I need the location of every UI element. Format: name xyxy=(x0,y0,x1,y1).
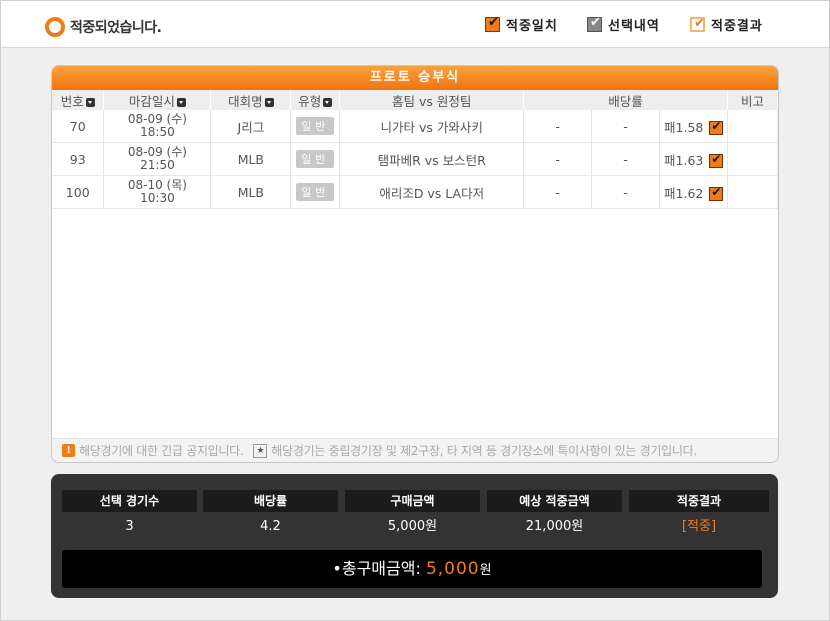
row-type: 일반 xyxy=(290,110,341,143)
total-purchase-bar: •총구매금액: 5,000원 xyxy=(62,550,762,588)
total-label: •총구매금액: xyxy=(332,559,421,578)
row-note xyxy=(727,175,778,209)
row-league: MLB xyxy=(210,142,292,176)
sum-purchase: 5,000원 xyxy=(387,519,438,534)
total-amount: 5,000 xyxy=(425,559,480,579)
legend-match-label: 적중일치 xyxy=(506,19,558,34)
table-row: 70 08-09 (수) 18:50 J리그 일반 니가타 vs 가와사키 - -… xyxy=(52,110,778,143)
sum-head-odds: 배당률 xyxy=(203,490,338,512)
col-match: 홈팀 vs 원정팀 xyxy=(339,90,525,110)
sort-icon[interactable] xyxy=(264,97,274,107)
check-result-icon: ✔ xyxy=(690,16,705,32)
bet-result-window: 적중되었습니다. ✔ 적중일치 ✔ 선택내역 ✔ 적중결과 프로토 승부식 번호… xyxy=(0,0,830,621)
sort-icon[interactable] xyxy=(176,97,186,107)
panel-title: 프로토 승부식 xyxy=(52,66,778,90)
star-icon: ★ xyxy=(253,443,268,458)
row-odd-win: - xyxy=(523,175,593,209)
col-league[interactable]: 대회명 xyxy=(210,90,292,110)
total-unit: 원 xyxy=(479,563,492,578)
check-match-icon: ✔ xyxy=(485,15,500,32)
type-badge: 일반 xyxy=(296,117,335,135)
sum-odds: 4.2 xyxy=(260,519,281,534)
sort-icon[interactable] xyxy=(323,97,333,107)
row-number: 70 xyxy=(52,110,105,143)
row-odd-win: - xyxy=(523,142,593,176)
table-header-row: 번호 마감일시 대회명 유형 홈팀 vs 원정팀 배당률 비고 xyxy=(52,90,778,110)
row-number: 100 xyxy=(52,175,105,209)
row-odd-win: - xyxy=(523,110,593,143)
row-match: 니가타 vs 가와사키 xyxy=(339,110,525,143)
sum-head-count: 선택 경기수 xyxy=(62,490,197,512)
sum-head-purchase: 구매금액 xyxy=(345,490,480,512)
check-select-icon: ✔ xyxy=(587,15,602,32)
notice-urgent: 해당경기에 대한 긴급 공지입니다. xyxy=(79,444,244,458)
row-note xyxy=(727,142,778,176)
row-type: 일반 xyxy=(290,142,341,176)
sum-head-result: 적중결과 xyxy=(629,490,769,512)
row-odd-lose: 패1.62 xyxy=(659,175,728,209)
sum-expected: 21,000원 xyxy=(525,519,584,534)
col-deadline[interactable]: 마감일시 xyxy=(103,90,212,110)
hit-message: 적중되었습니다. xyxy=(70,20,162,36)
summary-panel: 선택 경기수 배당률 구매금액 예상 적중금액 적중결과 3 4.2 5,000… xyxy=(51,474,778,598)
row-match: 애리조D vs LA다저 xyxy=(339,175,525,209)
type-badge: 일반 xyxy=(296,183,335,201)
row-league: J리그 xyxy=(210,110,292,143)
sum-head-expected: 예상 적중금액 xyxy=(487,490,622,512)
legend-result-label: 적중결과 xyxy=(711,19,763,34)
col-number[interactable]: 번호 xyxy=(52,90,105,110)
row-number: 93 xyxy=(52,142,105,176)
warning-icon: ! xyxy=(62,444,75,457)
notice-neutral: 해당경기는 중립경기장 및 제2구장, 타 지역 등 경기장소에 특이사항이 있… xyxy=(271,444,697,458)
col-odds: 배당률 xyxy=(523,90,728,110)
checked-icon xyxy=(709,185,724,201)
row-odd-lose: 패1.63 xyxy=(659,142,728,176)
type-badge: 일반 xyxy=(296,150,335,168)
row-deadline: 08-09 (수) 21:50 xyxy=(103,142,212,176)
row-type: 일반 xyxy=(290,175,341,209)
hit-circle-icon xyxy=(45,17,65,37)
row-odd-draw: - xyxy=(591,110,661,143)
notice-bar: ! 해당경기에 대한 긴급 공지입니다. ★ 해당경기는 중립경기장 및 제2구… xyxy=(52,438,778,462)
sum-result: [적중] xyxy=(681,519,717,534)
legend-result: ✔ 적중결과 xyxy=(690,15,763,34)
checked-icon xyxy=(709,152,724,168)
sort-icon[interactable] xyxy=(85,97,95,107)
table-row: 93 08-09 (수) 21:50 MLB 일반 탬파베R vs 보스턴R - … xyxy=(52,142,778,176)
row-deadline: 08-10 (목) 10:30 xyxy=(103,175,212,209)
row-deadline: 08-09 (수) 18:50 xyxy=(103,110,212,143)
top-bar: 적중되었습니다. ✔ 적중일치 ✔ 선택내역 ✔ 적중결과 xyxy=(1,1,829,48)
row-odd-draw: - xyxy=(591,175,661,209)
row-league: MLB xyxy=(210,175,292,209)
table-row: 100 08-10 (목) 10:30 MLB 일반 애리조D vs LA다저 -… xyxy=(52,175,778,209)
legend-match: ✔ 적중일치 xyxy=(485,15,558,34)
row-note xyxy=(727,110,778,143)
legend-select: ✔ 선택내역 xyxy=(587,15,660,34)
checked-icon xyxy=(709,119,724,135)
row-odd-lose: 패1.58 xyxy=(659,110,728,143)
legend-select-label: 선택내역 xyxy=(608,19,660,34)
sum-count: 3 xyxy=(125,519,134,534)
game-panel: 프로토 승부식 번호 마감일시 대회명 유형 홈팀 vs 원정팀 배당률 비고 xyxy=(51,65,779,463)
row-match: 탬파베R vs 보스턴R xyxy=(339,142,525,176)
game-table: 번호 마감일시 대회명 유형 홈팀 vs 원정팀 배당률 비고 70 08-09… xyxy=(52,90,778,209)
col-note: 비고 xyxy=(727,90,778,110)
col-type[interactable]: 유형 xyxy=(290,90,341,110)
row-odd-draw: - xyxy=(591,142,661,176)
